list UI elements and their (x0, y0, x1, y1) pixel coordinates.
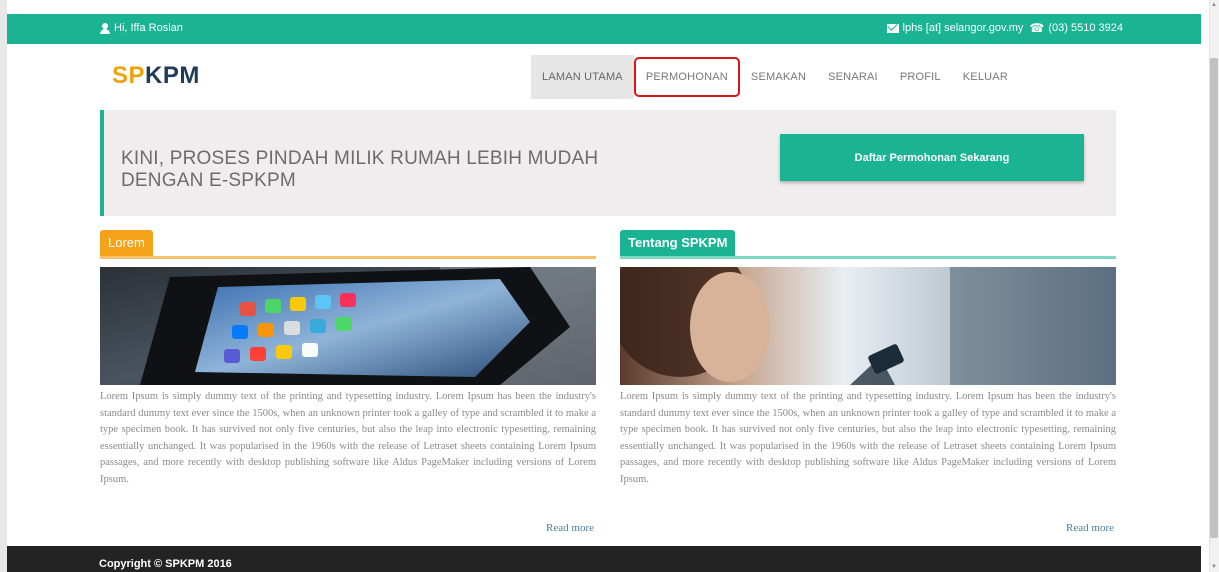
logo-part-kpm: KPM (145, 62, 200, 89)
email-text: lphs [at] selangor.gov.my (902, 22, 1024, 34)
phone-text: (03) 5510 3924 (1048, 22, 1123, 34)
lorem-section-text: Lorem Ipsum is simply dummy text of the … (100, 391, 596, 485)
phone-icon: ☎ (1029, 21, 1045, 35)
logo-part-sp: SP (112, 62, 146, 89)
window-left-edge (0, 0, 7, 572)
smartphone-photo (100, 267, 596, 385)
phone-contact: ☎ (03) 5510 3924 (1029, 22, 1123, 34)
greeting-text: Hi, Iffa Roslan (114, 22, 183, 34)
about-read-more-link[interactable]: Read more (1066, 522, 1114, 534)
top-info-bar: Hi, Iffa Roslan lphs [at] selangor.gov.m… (7, 14, 1201, 44)
nav-semakan[interactable]: SEMAKAN (740, 55, 817, 99)
nav-keluar[interactable]: KELUAR (952, 55, 1019, 99)
woman-with-phone-photo (620, 267, 1116, 385)
lorem-section: Lorem Lorem Ipsum is simply dummy text o… (100, 230, 596, 534)
about-section-text: Lorem Ipsum is simply dummy text of the … (620, 391, 1116, 485)
banner-title: KINI, PROSES PINDAH MILIK RUMAH LEBIH MU… (121, 148, 599, 191)
copyright-text: Copyright © SPKPM 2016 (99, 558, 232, 570)
email-contact[interactable]: lphs [at] selangor.gov.my (886, 22, 1024, 34)
user-greeting[interactable]: Hi, Iffa Roslan (100, 22, 183, 34)
promo-banner: KINI, PROSES PINDAH MILIK RUMAH LEBIH MU… (100, 110, 1116, 216)
section-divider (100, 256, 596, 259)
nav-laman-utama[interactable]: LAMAN UTAMA (531, 55, 634, 99)
nav-senarai[interactable]: SENARAI (817, 55, 889, 99)
nav-permohonan[interactable]: PERMOHONAN (633, 57, 740, 97)
user-icon (100, 22, 110, 34)
section-divider (620, 256, 1116, 259)
scroll-up-arrow-icon[interactable]: ▲ (1211, 2, 1217, 8)
contact-info: lphs [at] selangor.gov.my ☎ (03) 5510 39… (886, 22, 1123, 34)
mail-icon (886, 23, 899, 33)
scroll-down-arrow-icon[interactable]: ▼ (1211, 564, 1217, 570)
lorem-read-more-link[interactable]: Read more (546, 522, 594, 534)
scrollbar-thumb[interactable] (1210, 58, 1218, 538)
nav-profil[interactable]: PROFIL (889, 55, 952, 99)
site-footer: Copyright © SPKPM 2016 (7, 546, 1201, 572)
about-section-title: Tentang SPKPM (620, 230, 736, 256)
lorem-section-title: Lorem (100, 230, 153, 256)
site-logo[interactable]: SPKPM (112, 62, 200, 90)
main-nav: LAMAN UTAMA PERMOHONAN SEMAKAN SENARAI P… (531, 55, 1019, 99)
register-application-button[interactable]: Daftar Permohonan Sekarang (780, 134, 1084, 181)
about-spkpm-section: Tentang SPKPM Lorem Ipsum is simply dumm… (620, 230, 1116, 534)
page-scrollbar[interactable]: ▲ ▼ (1209, 0, 1219, 572)
